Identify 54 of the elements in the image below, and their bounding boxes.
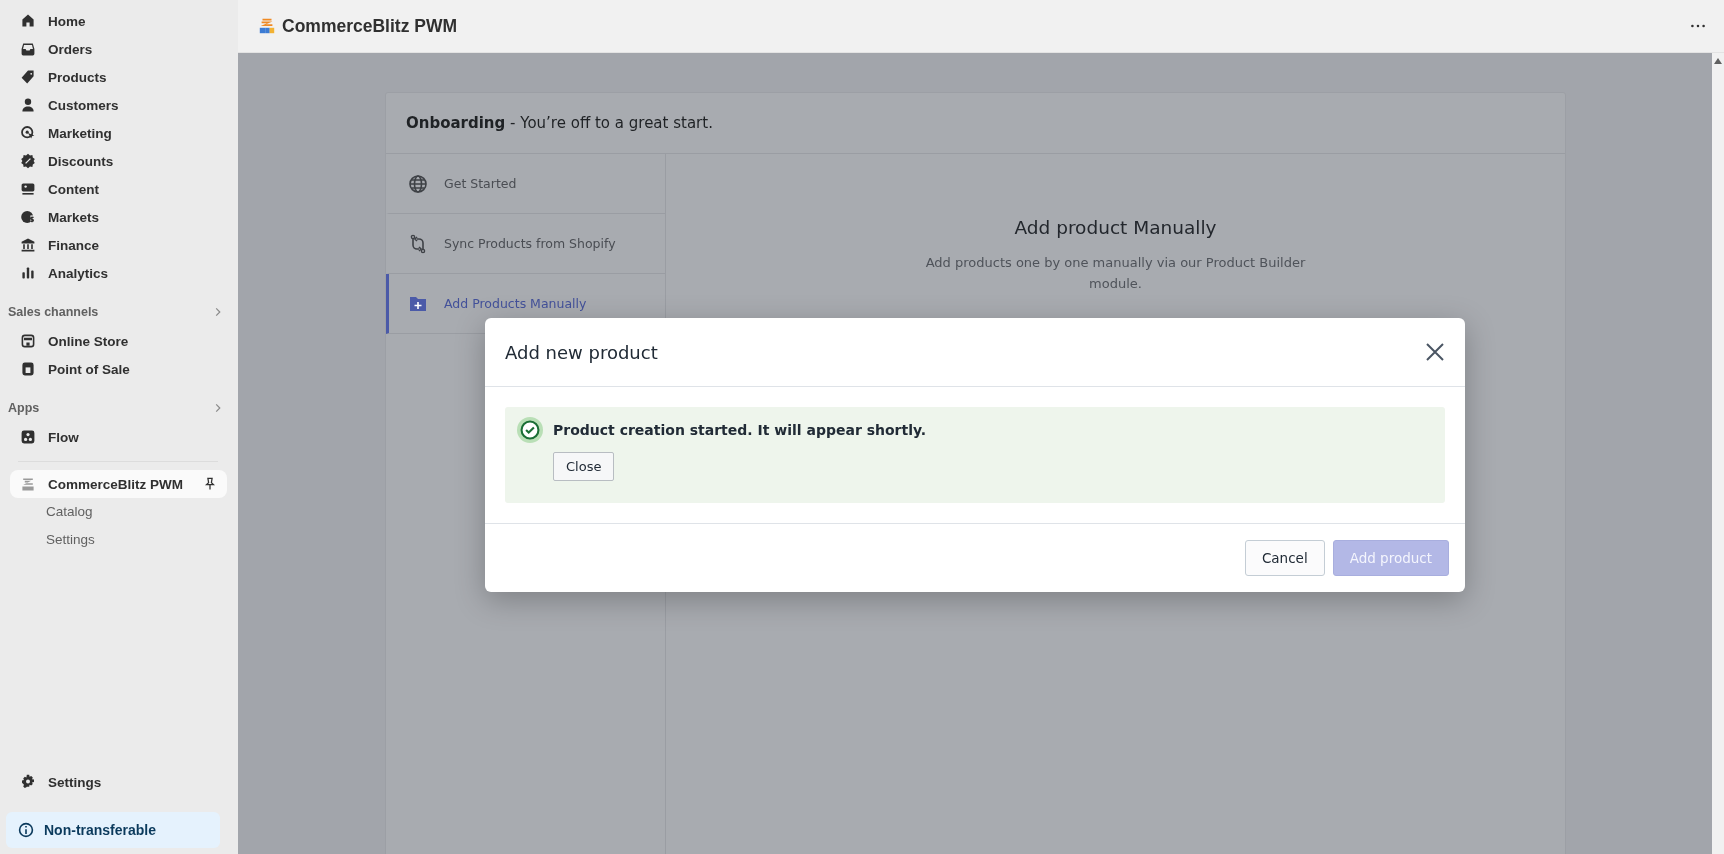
close-button[interactable] <box>1425 342 1445 362</box>
store-icon <box>20 333 36 349</box>
sub-nav-item[interactable]: Settings <box>46 526 218 554</box>
target-icon <box>20 125 36 141</box>
nav-item[interactable]: Finance <box>10 231 228 259</box>
bank-icon <box>20 237 36 253</box>
step-tab[interactable]: Get Started <box>386 154 665 214</box>
app-logo-icon <box>258 17 276 35</box>
globe-icon <box>408 173 428 194</box>
modal-title: Add new product <box>505 341 658 363</box>
nav-item[interactable]: Products <box>10 63 228 91</box>
cancel-button[interactable]: Cancel <box>1244 540 1325 576</box>
nav-item[interactable]: Analytics <box>10 259 228 287</box>
app-title: CommerceBlitz PWM <box>282 15 458 37</box>
inbox-icon <box>20 41 36 57</box>
section-heading[interactable]: Sales channels <box>8 301 224 323</box>
sub-nav-item[interactable]: Catalog <box>46 498 218 526</box>
nav-item[interactable]: Point of Sale <box>10 355 228 383</box>
description-text: Add products one by one manually via our Product Builder module. <box>924 254 1307 293</box>
nodes-icon <box>20 429 36 445</box>
onboarding-title: Onboarding - You’re off to a great start. <box>406 114 713 132</box>
check-circle-icon <box>517 417 543 443</box>
bar-chart-icon <box>20 265 36 281</box>
badge-icon <box>20 153 36 169</box>
sync-arrows-icon <box>408 233 428 254</box>
home-icon <box>20 13 36 29</box>
nav-item[interactable]: Flow <box>10 423 228 451</box>
nav-item[interactable]: Orders <box>10 35 228 63</box>
settings-nav-item[interactable]: Settings <box>10 768 228 796</box>
nav-item[interactable]: Home <box>10 7 228 35</box>
success-message: Product creation started. It will appear shortly. <box>553 422 927 438</box>
settings-icon <box>20 774 36 790</box>
notice-banner: Non-transferable <box>6 812 220 848</box>
info-icon <box>18 822 34 838</box>
app-nav-item[interactable]: CommerceBlitz PWM <box>10 470 227 498</box>
image-icon <box>20 181 36 197</box>
nav-item[interactable]: Content <box>10 175 228 203</box>
nav-item[interactable]: Online Store <box>10 327 228 355</box>
scrollbar[interactable] <box>1712 53 1724 854</box>
close-alert-button[interactable]: Close <box>553 452 615 481</box>
app-logo-icon <box>20 476 36 492</box>
person-icon <box>20 97 36 113</box>
globe-icon <box>20 209 36 225</box>
close-icon <box>1425 342 1445 362</box>
step-tab[interactable]: Sync Products from Shopify <box>386 214 665 274</box>
section-heading: Add product Manually <box>1014 217 1217 238</box>
nav-item[interactable]: Discounts <box>10 147 228 175</box>
nav-item[interactable]: Customers <box>10 91 228 119</box>
nav-item[interactable]: Marketing <box>10 119 228 147</box>
bag-icon <box>20 361 36 377</box>
nav-item[interactable]: Markets <box>10 203 228 231</box>
section-heading[interactable]: Apps <box>8 397 224 419</box>
tag-icon <box>20 69 36 85</box>
pin-icon <box>203 477 217 491</box>
